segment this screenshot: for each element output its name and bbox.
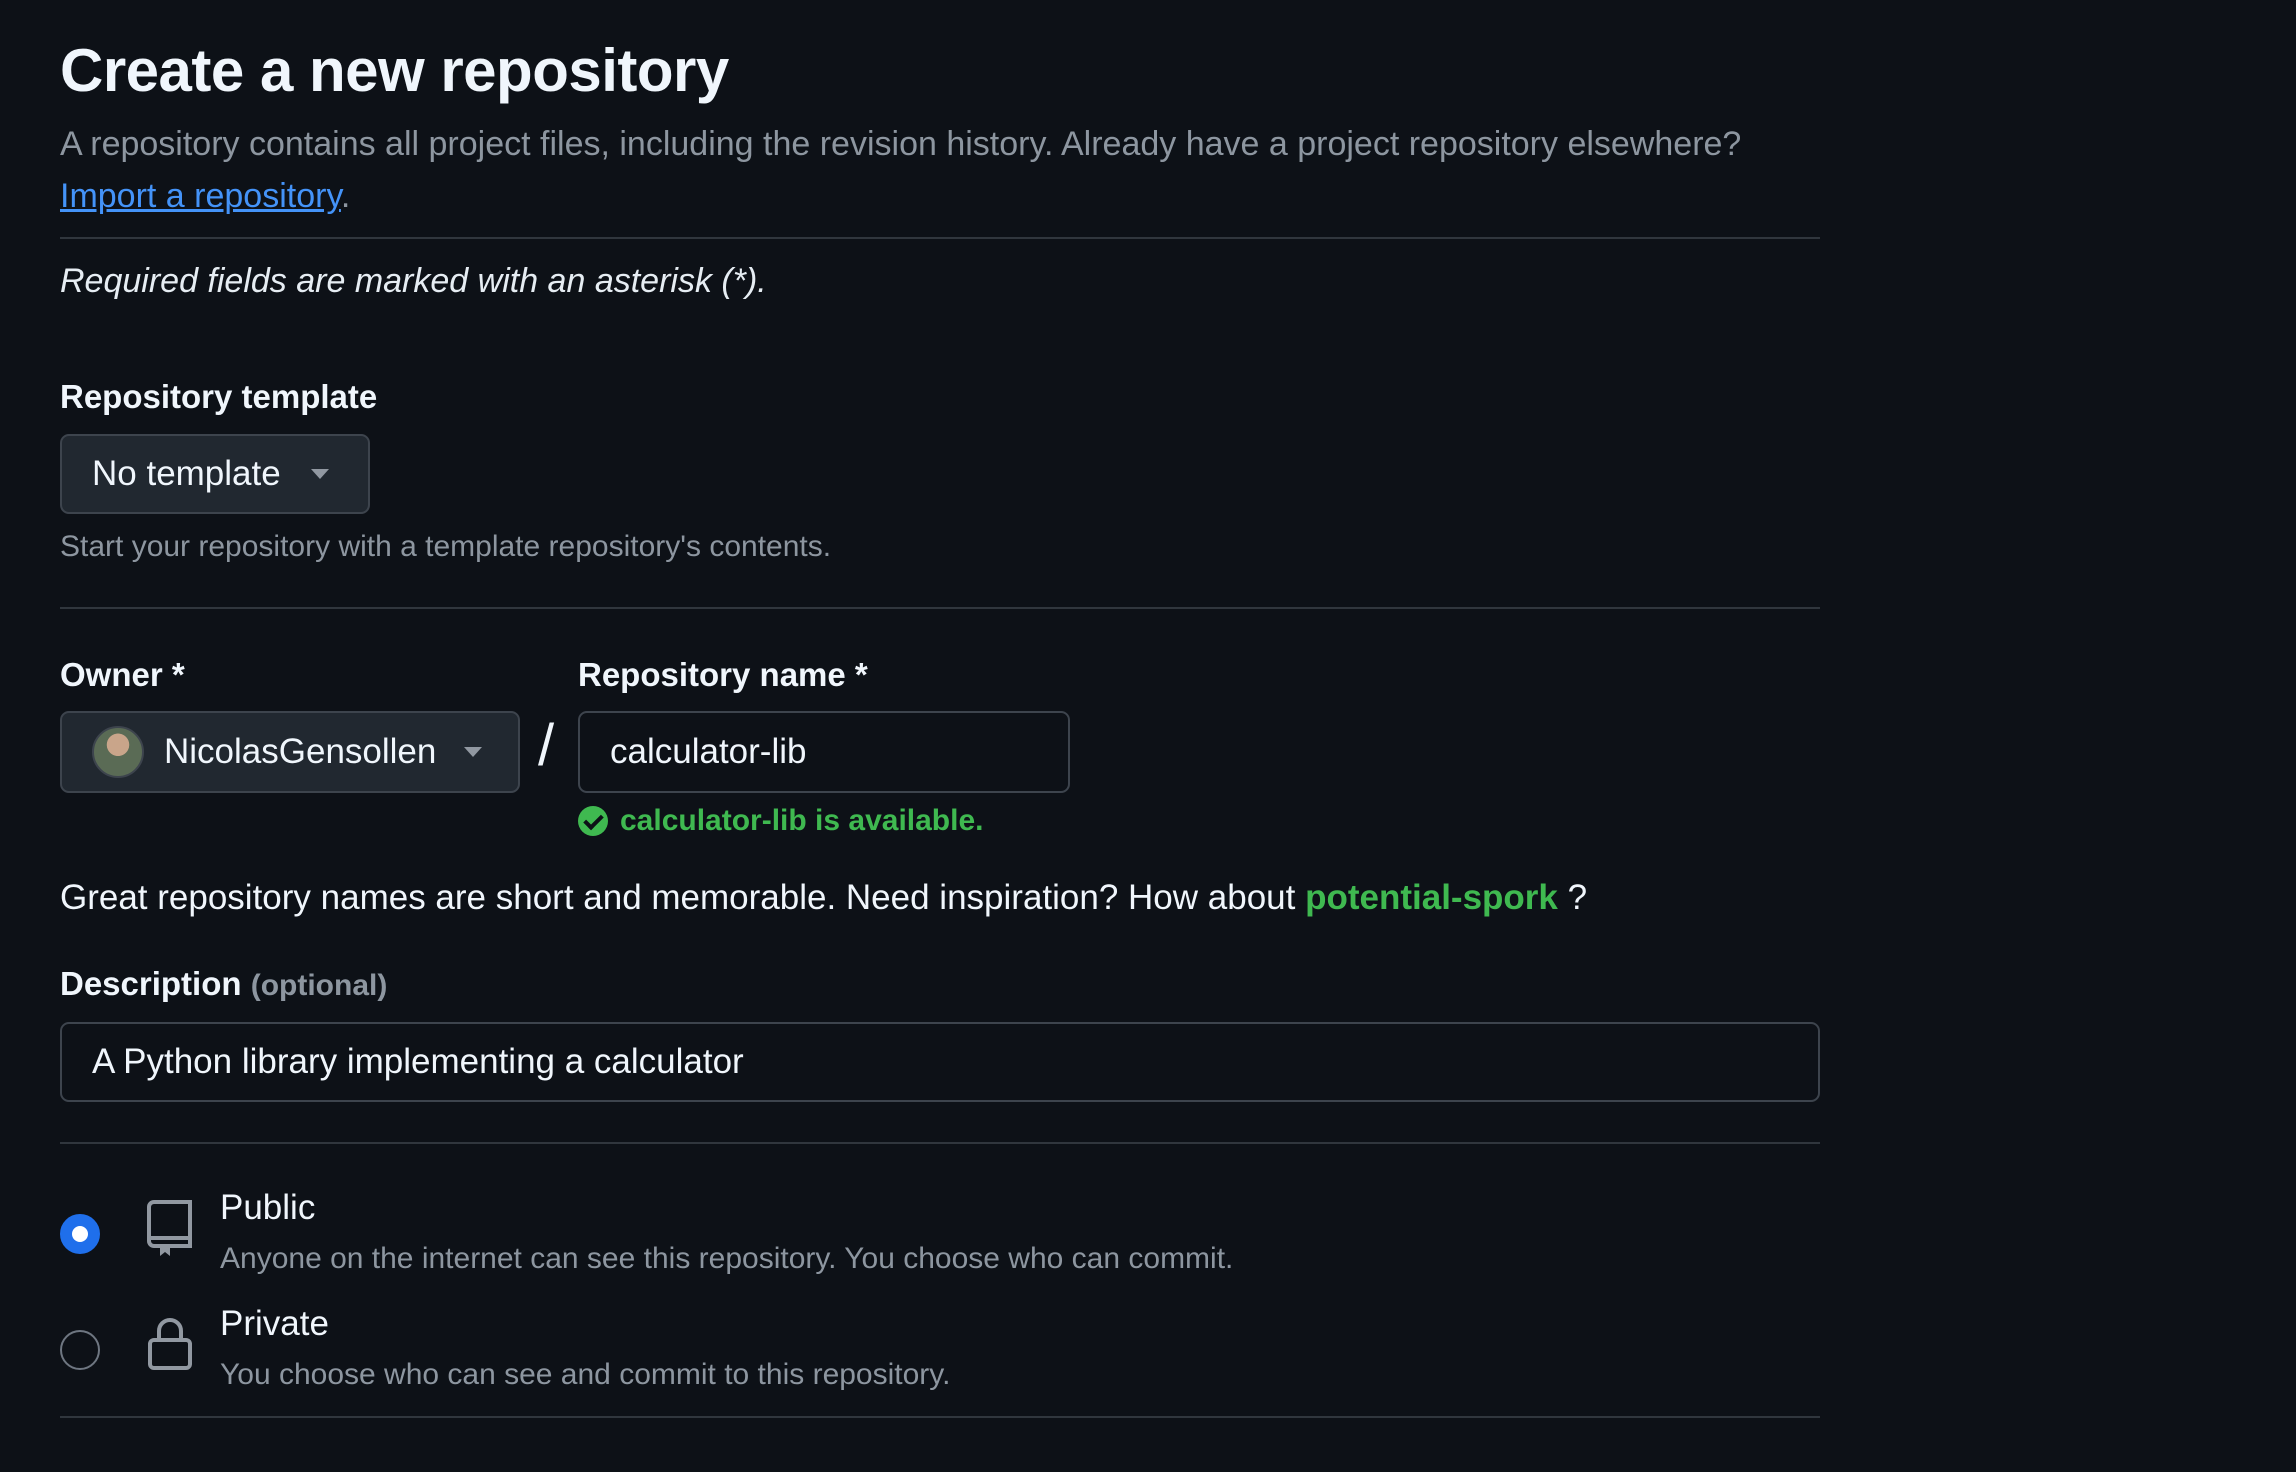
divider bbox=[60, 237, 1820, 239]
description-value: A Python library implementing a calculat… bbox=[92, 1042, 744, 1081]
subtitle-text: A repository contains all project files,… bbox=[60, 125, 1742, 163]
chevron-down-icon bbox=[310, 469, 329, 479]
public-description: Anyone on the internet can see this repo… bbox=[220, 1242, 1234, 1275]
repo-name-label: Repository name * bbox=[578, 656, 868, 693]
description-input[interactable]: A Python library implementing a calculat… bbox=[60, 1022, 1820, 1102]
template-label: Repository template bbox=[60, 378, 378, 415]
repo-name-input[interactable]: calculator-lib bbox=[578, 711, 1070, 793]
import-repository-link[interactable]: Import a repository bbox=[60, 177, 341, 215]
new-repository-form: Create a new repository A repository con… bbox=[60, 0, 1820, 1472]
repo-name-value: calculator-lib bbox=[610, 732, 807, 771]
owner-dropdown[interactable]: NicolasGensollen bbox=[60, 711, 520, 793]
inspiration-text: Great repository names are short and mem… bbox=[60, 878, 1296, 917]
owner-label: Owner * bbox=[60, 656, 185, 693]
owner-repo-separator: / bbox=[538, 713, 555, 778]
private-description: You choose who can see and commit to thi… bbox=[220, 1358, 951, 1391]
inspiration-suffix: ? bbox=[1567, 878, 1588, 917]
suggested-name[interactable]: potential-spork bbox=[1305, 878, 1558, 917]
chevron-down-icon bbox=[464, 747, 483, 757]
repo-icon bbox=[147, 1200, 192, 1256]
import-suffix: . bbox=[340, 177, 351, 215]
template-dropdown[interactable]: No template bbox=[60, 434, 370, 514]
private-label: Private bbox=[220, 1304, 329, 1343]
description-label: Description (optional) bbox=[60, 965, 387, 1003]
description-label-text: Description bbox=[60, 965, 242, 1002]
template-selected: No template bbox=[92, 454, 281, 493]
divider bbox=[60, 1416, 1820, 1418]
page-subtitle: A repository contains all project files,… bbox=[60, 118, 1860, 222]
owner-selected: NicolasGensollen bbox=[164, 732, 437, 771]
private-radio[interactable] bbox=[60, 1330, 100, 1370]
availability-status: calculator-lib is available. bbox=[578, 804, 984, 838]
optional-tag: (optional) bbox=[250, 969, 388, 1002]
avatar bbox=[92, 726, 144, 778]
divider bbox=[60, 607, 1820, 609]
page-title: Create a new repository bbox=[60, 37, 729, 104]
availability-text: calculator-lib is available. bbox=[620, 804, 984, 837]
template-hint: Start your repository with a template re… bbox=[60, 530, 832, 563]
public-radio[interactable] bbox=[60, 1214, 100, 1254]
check-circle-icon bbox=[578, 806, 608, 836]
public-label: Public bbox=[220, 1188, 316, 1227]
name-inspiration: Great repository names are short and mem… bbox=[60, 878, 1587, 918]
required-fields-note: Required fields are marked with an aster… bbox=[60, 262, 767, 300]
divider bbox=[60, 1142, 1820, 1144]
lock-icon bbox=[148, 1318, 192, 1370]
